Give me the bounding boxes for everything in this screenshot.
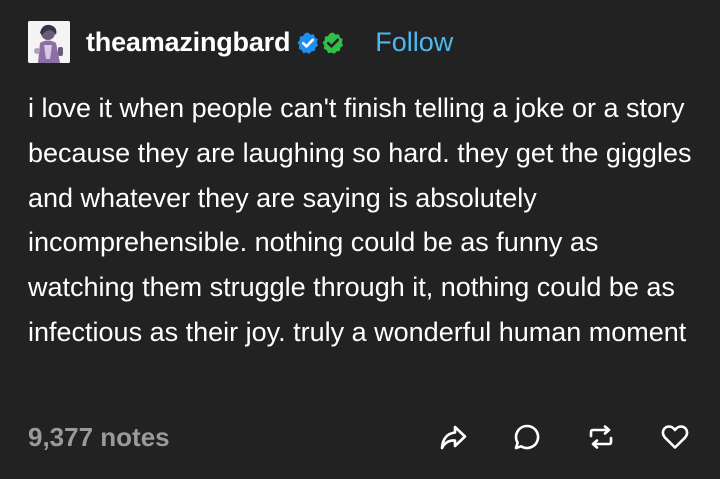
avatar-image	[28, 21, 70, 63]
username[interactable]: theamazingbard	[86, 27, 290, 58]
reblog-icon	[589, 425, 613, 449]
reply-bubble-icon	[514, 424, 540, 450]
verification-badges	[296, 31, 345, 55]
notes-count[interactable]: 9,377 notes	[28, 422, 170, 453]
share-arrow-icon	[440, 425, 467, 450]
post-footer: 9,377 notes	[28, 415, 692, 459]
avatar[interactable]	[28, 21, 70, 63]
post-body: i love it when people can't finish telli…	[28, 93, 692, 347]
like-button[interactable]	[658, 420, 692, 454]
share-button[interactable]	[436, 420, 470, 454]
reply-button[interactable]	[510, 420, 544, 454]
reblog-button[interactable]	[584, 420, 618, 454]
heart-icon	[661, 425, 689, 449]
blue-verified-check-icon	[297, 32, 319, 54]
green-verified-check-icon	[322, 32, 344, 54]
follow-button[interactable]: Follow	[375, 27, 453, 58]
post-header: theamazingbard Follow	[28, 20, 453, 64]
post-card: theamazingbard Follow i love it when peo…	[0, 0, 720, 479]
post-actions	[436, 420, 692, 454]
